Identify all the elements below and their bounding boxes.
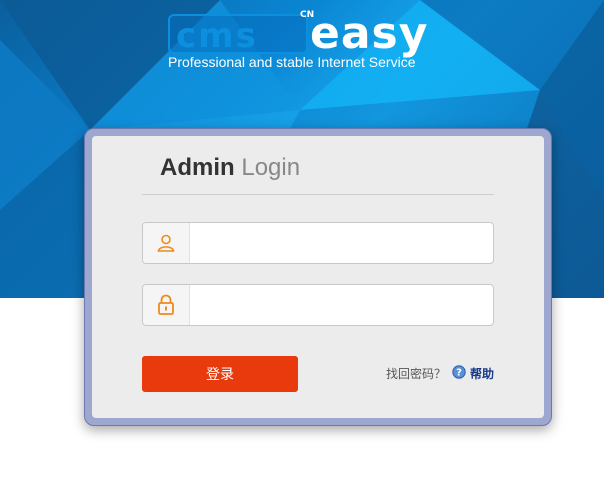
password-input[interactable] bbox=[191, 286, 493, 326]
tagline: Professional and stable Internet Service bbox=[168, 54, 416, 70]
title-admin: Admin bbox=[160, 154, 235, 181]
logo-cms-text: cms bbox=[168, 14, 308, 56]
login-card: Admin Login 登录 找回密码？ ? 帮助 bbox=[92, 136, 544, 418]
logo-easy-text: easy bbox=[310, 8, 429, 59]
title-divider bbox=[142, 194, 494, 195]
svg-text:?: ? bbox=[456, 368, 462, 379]
user-icon bbox=[143, 223, 190, 263]
help-circle-icon[interactable]: ? bbox=[452, 365, 466, 379]
password-field bbox=[142, 284, 494, 326]
help-link[interactable]: 帮助 bbox=[470, 365, 494, 382]
forgot-password-link[interactable]: 找回密码？ bbox=[386, 365, 446, 382]
username-input[interactable] bbox=[191, 224, 493, 264]
username-field bbox=[142, 222, 494, 264]
lock-icon bbox=[143, 285, 190, 325]
page-title: Admin Login bbox=[160, 154, 300, 182]
login-button[interactable]: 登录 bbox=[142, 356, 298, 392]
title-login: Login bbox=[241, 154, 301, 181]
